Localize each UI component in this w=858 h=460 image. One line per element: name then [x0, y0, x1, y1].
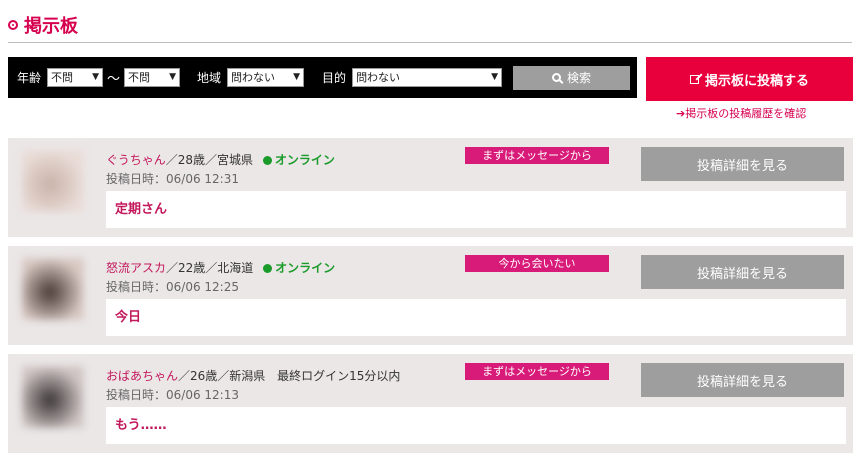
user-meta: ／22歳／北海道	[166, 261, 254, 275]
region-select[interactable]: 問わない ▼	[227, 68, 305, 87]
search-icon	[552, 73, 562, 82]
post-history-link[interactable]: ➔掲示板の投稿履歴を確認	[676, 105, 806, 121]
post-message: 今日	[106, 299, 846, 336]
view-post-detail-button[interactable]: 投稿詳細を見る	[641, 363, 844, 397]
avatar[interactable]	[22, 366, 84, 428]
chevron-down-icon: ▼	[92, 72, 100, 82]
edit-icon	[689, 74, 699, 84]
search-button-label: 検索	[567, 71, 592, 85]
online-status: オンライン	[262, 153, 335, 167]
page-title-text: 掲示板	[24, 16, 78, 37]
post-message: 定期さん	[106, 191, 846, 228]
post-card: 怒流アスカ／22歳／北海道 オンライン 投稿日時：06/06 12:25 今から…	[8, 246, 853, 345]
view-post-detail-button[interactable]: 投稿詳細を見る	[641, 255, 844, 289]
post-to-board-button[interactable]: 掲示板に投稿する	[646, 57, 853, 101]
online-dot-icon	[263, 264, 273, 273]
search-button[interactable]: 検索	[513, 65, 631, 90]
age-to-value: 不問	[128, 71, 151, 84]
purpose-tag: まずはメッセージから	[465, 363, 609, 380]
online-label: オンライン	[275, 261, 336, 275]
chevron-down-icon: ▼	[169, 72, 177, 82]
purpose-tag: 今から会いたい	[465, 255, 609, 272]
region-label: 地域	[197, 71, 222, 85]
circle-bullet-icon	[8, 20, 18, 30]
age-range-tilde: 〜	[107, 72, 121, 87]
user-name[interactable]: 怒流アスカ	[106, 261, 166, 275]
user-name[interactable]: おばあちゃん	[106, 369, 178, 383]
post-message: もう……	[106, 407, 846, 444]
board-header: 掲示板	[8, 12, 852, 40]
post-card: ぐうちゃん／28歳／宮城県 オンライン 投稿日時：06/06 12:31 まずは…	[8, 138, 853, 237]
search-bar: 年齢 不問 ▼ 〜 不問 ▼ 地域 問わない ▼ 目的 問わない ▼ 検索	[8, 57, 637, 98]
purpose-label: 目的	[322, 71, 347, 85]
age-label: 年齢	[17, 71, 42, 85]
online-label: オンライン	[274, 153, 335, 167]
post-card: おばあちゃん／26歳／新潟県 最終ログイン15分以内 投稿日時：06/06 12…	[8, 354, 853, 453]
header-divider	[8, 42, 852, 43]
user-meta: ／26歳／新潟県	[178, 369, 266, 383]
post-user-info: 怒流アスカ／22歳／北海道 オンライン	[106, 259, 335, 276]
post-date: 投稿日時：06/06 12:13	[106, 388, 239, 402]
user-meta: ／28歳／宮城県	[165, 153, 254, 167]
last-login-status: 最終ログイン15分以内	[277, 369, 401, 383]
page-title: 掲示板	[8, 12, 852, 38]
avatar[interactable]	[22, 150, 84, 212]
online-status: オンライン	[263, 261, 335, 275]
region-value: 問わない	[231, 71, 276, 84]
avatar[interactable]	[22, 258, 84, 320]
user-name[interactable]: ぐうちゃん	[106, 153, 166, 167]
purpose-tag: まずはメッセージから	[465, 147, 609, 164]
online-dot-icon	[262, 156, 272, 165]
post-user-info: おばあちゃん／26歳／新潟県 最終ログイン15分以内	[106, 367, 400, 384]
age-from-select[interactable]: 不問 ▼	[47, 68, 104, 87]
post-date: 投稿日時：06/06 12:31	[106, 172, 239, 186]
post-user-info: ぐうちゃん／28歳／宮城県 オンライン	[106, 151, 335, 168]
purpose-select[interactable]: 問わない ▼	[352, 68, 503, 87]
view-post-detail-button[interactable]: 投稿詳細を見る	[641, 147, 844, 181]
post-button-label: 掲示板に投稿する	[704, 73, 809, 89]
purpose-value: 問わない	[356, 71, 401, 84]
post-date: 投稿日時：06/06 12:25	[106, 280, 239, 294]
chevron-down-icon: ▼	[293, 72, 301, 82]
age-to-select[interactable]: 不問 ▼	[124, 68, 181, 87]
chevron-down-icon: ▼	[491, 72, 499, 82]
age-from-value: 不問	[51, 71, 74, 84]
